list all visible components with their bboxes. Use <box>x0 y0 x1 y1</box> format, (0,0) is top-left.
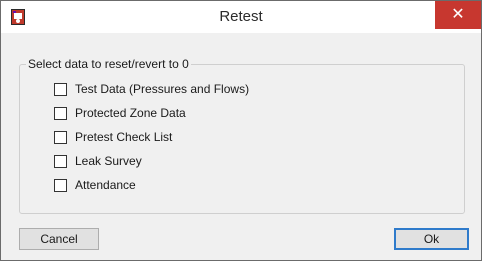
option-label: Attendance <box>75 178 136 192</box>
option-pretest-check-list[interactable]: Pretest Check List <box>54 129 172 145</box>
cancel-button[interactable]: Cancel <box>19 228 99 250</box>
ok-button[interactable]: Ok <box>394 228 469 250</box>
option-protected-zone-data[interactable]: Protected Zone Data <box>54 105 186 121</box>
pretest-check-list-checkbox[interactable] <box>54 130 67 144</box>
window-title: Retest <box>219 8 263 25</box>
option-label: Test Data (Pressures and Flows) <box>75 82 250 96</box>
protected-zone-data-checkbox[interactable] <box>54 106 67 120</box>
title-bar[interactable]: Retest ✕ <box>1 1 481 33</box>
close-button[interactable]: ✕ <box>435 1 481 29</box>
option-test-data[interactable]: Test Data (Pressures and Flows) <box>54 81 249 97</box>
option-label: Leak Survey <box>75 154 142 168</box>
test-data-checkbox[interactable] <box>54 82 67 96</box>
option-label: Pretest Check List <box>75 130 173 144</box>
option-attendance[interactable]: Attendance <box>54 177 136 193</box>
group-legend: Select data to reset/revert to 0 <box>26 57 191 71</box>
dialog-body: Select data to reset/revert to 0 Test Da… <box>9 33 473 253</box>
attendance-checkbox[interactable] <box>54 178 67 192</box>
close-icon: ✕ <box>451 6 465 23</box>
option-label: Protected Zone Data <box>75 106 186 120</box>
retest-dialog: Retest ✕ Select data to reset/revert to … <box>0 0 482 261</box>
leak-survey-checkbox[interactable] <box>54 154 67 168</box>
option-leak-survey[interactable]: Leak Survey <box>54 153 142 169</box>
